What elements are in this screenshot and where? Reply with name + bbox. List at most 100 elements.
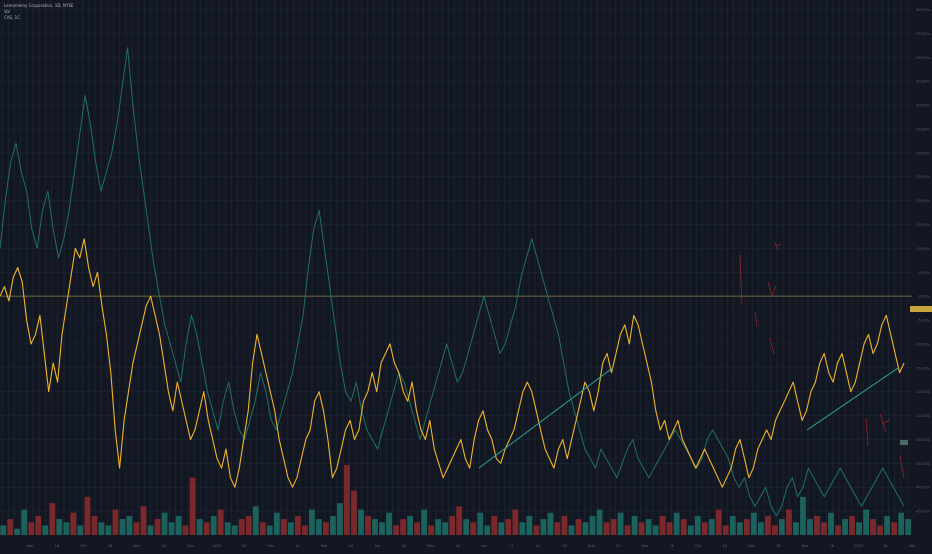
volume-bar [757, 522, 764, 535]
volume-bar [505, 519, 512, 535]
chart-area[interactable]: 60.00% 55.00% 50.00% 45.00% 40.00% 35.00% 30.0… [0, 0, 932, 550]
volume-bar [617, 512, 624, 535]
volume-bar [84, 496, 91, 535]
y-tick-label: 55.00% [916, 32, 930, 36]
y-tick-label: 45.00% [916, 80, 930, 84]
volume-bar [77, 525, 84, 535]
volume-bar [715, 509, 722, 535]
volume-bar [519, 522, 526, 535]
volume-bar [568, 525, 575, 535]
y-tick-label: 10.00% [916, 247, 930, 251]
volume-bar [182, 525, 189, 535]
volume-bar [435, 519, 442, 535]
volume-bar [905, 519, 912, 535]
volume-bar [659, 515, 666, 535]
volume-bar [540, 519, 547, 535]
volume-bar [266, 525, 273, 535]
volume-bar [294, 515, 301, 535]
x-tick-label: Feb [909, 544, 916, 548]
volume-bar [477, 512, 484, 535]
y-tick-label: -15.00% [915, 366, 931, 370]
volume-bar [526, 515, 533, 535]
volume-bar [673, 512, 680, 535]
volume-bar [98, 522, 105, 535]
legend-indicator-line[interactable]: CAS, 1C [4, 15, 73, 21]
volume-bar [736, 522, 743, 535]
volume-bar [624, 525, 631, 535]
volume-bar [400, 519, 406, 535]
volume-bar [287, 522, 294, 535]
volume-bar [842, 519, 848, 535]
volume-bar [273, 512, 280, 535]
x-tick-label: 14 [348, 544, 353, 548]
x-tick-label: Sep [27, 544, 34, 548]
volume-bar [821, 522, 827, 535]
volume-bar [729, 515, 736, 535]
x-tick-label: 16 [161, 544, 166, 548]
y-tick-label: 0.00% [919, 295, 931, 299]
x-tick-label: Jul [535, 544, 540, 548]
volume-bar [70, 512, 77, 535]
y-tick-label: 50.00% [916, 56, 930, 60]
x-tick-label: Oct [695, 544, 702, 548]
volume-bar [217, 509, 224, 535]
y-tick-label: -10.00% [915, 342, 931, 346]
volume-bar [224, 522, 231, 535]
volume-bar [898, 512, 905, 535]
volume-bar [337, 503, 343, 535]
volume-bar [442, 522, 449, 535]
chart-legend[interactable]: Lemonlemy Corporation, 1D, NYSE Vol CAS,… [4, 3, 73, 21]
volume-bar [119, 519, 126, 535]
volume-bar [814, 515, 820, 535]
x-tick-label: 14 [295, 544, 300, 548]
volume-bar [554, 522, 561, 535]
volume-bar [694, 515, 701, 535]
volume-bar [126, 515, 133, 535]
volume-bar [421, 509, 428, 535]
x-tick-label: 16 [54, 544, 59, 548]
x-tick-label: Nov [133, 544, 141, 548]
volume-bar [49, 503, 56, 535]
x-tick-label: Mar [321, 544, 328, 548]
x-tick-label: 13 [509, 544, 514, 548]
y-tick-label: 5.00% [919, 271, 931, 275]
y-tick-label: -35.00% [915, 462, 931, 466]
volume-bar [161, 512, 168, 535]
volume-bar [14, 528, 21, 535]
volume-bar [463, 519, 470, 535]
x-tick-label: 16 [455, 544, 460, 548]
x-tick-label: Apr [374, 544, 381, 548]
volume-bar [379, 522, 385, 535]
volume-bar [645, 519, 652, 535]
volume-bar [891, 522, 898, 535]
x-tick-label: 15 [616, 544, 621, 548]
volume-bar [323, 522, 329, 535]
volume-bar [91, 515, 98, 535]
price-chart[interactable]: 60.00% 55.00% 50.00% 45.00% 40.00% 35.00% 30.0… [0, 0, 932, 550]
volume-bar [0, 525, 7, 535]
volume-bar [414, 522, 421, 535]
volume-bar [884, 515, 891, 535]
volume-bar [56, 519, 63, 535]
x-tick-label: 16 [108, 544, 113, 548]
volume-bar [764, 515, 771, 535]
x-tick-label: May [427, 544, 435, 548]
y-tick-label: 15.00% [916, 223, 930, 227]
volume-bar [28, 522, 35, 535]
x-tick-label: 16 [883, 544, 888, 548]
volume-bar [793, 522, 799, 535]
y-tick-label: 60.00% [916, 8, 930, 12]
legend-symbol-line[interactable]: Lemonlemy Corporation, 1D, NYSE [4, 3, 73, 9]
y-tick-label: -25.00% [915, 414, 931, 418]
volume-bar [210, 515, 217, 535]
volume-bar [863, 509, 870, 535]
x-tick-label: 2022 [213, 544, 222, 548]
volume-bar [449, 515, 456, 535]
volume-bar [561, 515, 568, 535]
volume-bar [870, 519, 877, 535]
volume-bar [252, 506, 259, 535]
volume-bar [750, 512, 757, 535]
y-tick-label: 30.00% [916, 151, 930, 155]
volume-bar [849, 515, 855, 535]
volume-bar [456, 506, 463, 535]
